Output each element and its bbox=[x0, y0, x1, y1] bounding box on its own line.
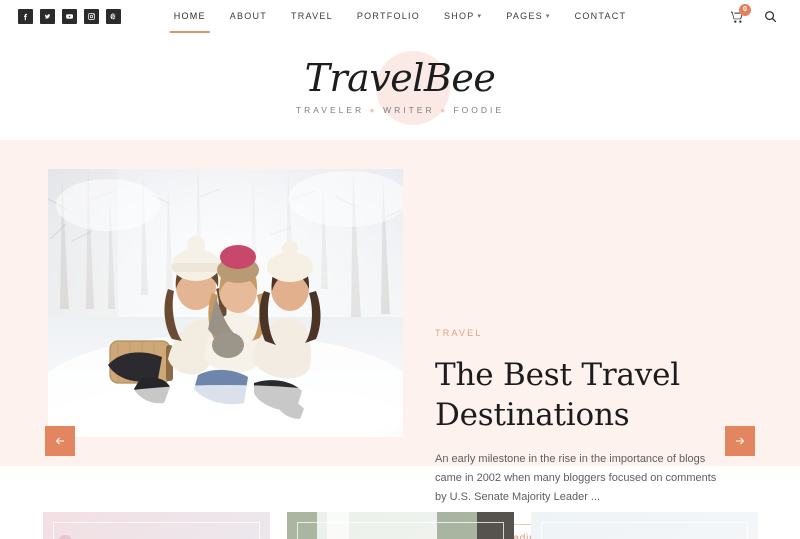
tagline-part-3: FOODIE bbox=[453, 104, 505, 115]
hero-slider: TRAVEL The Best Travel Destinations An e… bbox=[0, 140, 800, 539]
social-links bbox=[18, 9, 121, 24]
hero-post-title[interactable]: The Best Travel Destinations bbox=[435, 355, 725, 436]
nav-label: SHOP bbox=[443, 11, 475, 21]
post-card[interactable] bbox=[42, 512, 270, 539]
nav-item-pages[interactable]: PAGES ▾ bbox=[494, 0, 562, 33]
post-card-image bbox=[42, 512, 270, 539]
twitter-icon[interactable] bbox=[40, 9, 55, 24]
main-navigation: HOME ABOUT TRAVEL PORTFOLIO SHOP ▾ PAGES ▾… bbox=[162, 0, 638, 33]
cart-button[interactable]: 0 bbox=[729, 3, 751, 25]
hero-text-block: TRAVEL The Best Travel Destinations An e… bbox=[435, 328, 725, 539]
nav-label: PORTFOLIO bbox=[356, 11, 420, 21]
nav-label: HOME bbox=[173, 11, 206, 21]
slider-next-button[interactable] bbox=[725, 426, 755, 456]
tagline-dot-icon: ● bbox=[439, 104, 449, 115]
nav-item-about[interactable]: ABOUT bbox=[218, 0, 279, 33]
post-category-label[interactable]: TRAVEL bbox=[435, 328, 725, 338]
site-logo-band: TravelBee TRAVELER ● WRITER ● FOODIE bbox=[0, 33, 800, 140]
nav-label: TRAVEL bbox=[291, 11, 333, 21]
post-card-image bbox=[286, 512, 514, 539]
hero-photo-snow-scene bbox=[48, 169, 403, 437]
logo-tagline: TRAVELER ● WRITER ● FOODIE bbox=[296, 105, 504, 115]
facebook-icon[interactable] bbox=[18, 9, 33, 24]
hero-image bbox=[48, 169, 403, 437]
logo-wordmark: TravelBee bbox=[304, 55, 496, 100]
chevron-down-icon: ▾ bbox=[545, 13, 551, 21]
instagram-icon[interactable] bbox=[84, 9, 99, 24]
nav-label: PAGES bbox=[506, 11, 543, 21]
youtube-icon[interactable] bbox=[62, 9, 77, 24]
nav-item-home[interactable]: HOME bbox=[162, 0, 218, 33]
nav-label: ABOUT bbox=[229, 11, 268, 21]
header-actions: 0 bbox=[729, 3, 782, 25]
chevron-down-icon: ▾ bbox=[477, 13, 483, 21]
slider-prev-button[interactable] bbox=[45, 426, 75, 456]
tagline-part-1: TRAVELER bbox=[295, 104, 365, 115]
nav-item-contact[interactable]: CONTACT bbox=[563, 0, 639, 33]
nav-item-shop[interactable]: SHOP ▾ bbox=[432, 0, 494, 33]
header-bar: HOME ABOUT TRAVEL PORTFOLIO SHOP ▾ PAGES ▾… bbox=[0, 0, 800, 33]
nav-item-portfolio[interactable]: PORTFOLIO bbox=[345, 0, 432, 33]
tagline-dot-icon: ● bbox=[369, 104, 378, 115]
pinterest-icon[interactable] bbox=[106, 9, 121, 24]
search-icon[interactable] bbox=[763, 9, 778, 24]
nav-label: CONTACT bbox=[574, 11, 627, 21]
cart-count-badge: 0 bbox=[739, 3, 751, 16]
post-card-image bbox=[530, 512, 758, 539]
arrow-right-icon bbox=[736, 437, 745, 445]
logo[interactable]: TravelBee TRAVELER ● WRITER ● FOODIE bbox=[296, 50, 504, 125]
nav-item-travel[interactable]: TRAVEL bbox=[279, 0, 345, 33]
post-card[interactable] bbox=[530, 512, 758, 539]
arrow-left-icon bbox=[55, 437, 64, 445]
post-card[interactable] bbox=[286, 512, 514, 539]
tagline-part-2: WRITER bbox=[383, 104, 435, 115]
hero-post-excerpt: An early milestone in the rise in the im… bbox=[435, 452, 717, 504]
